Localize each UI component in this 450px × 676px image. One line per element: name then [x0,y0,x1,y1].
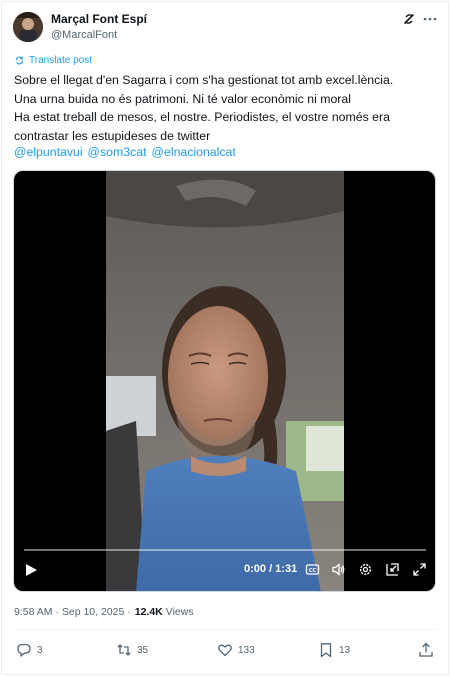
share-icon [419,642,433,657]
reply-icon [17,643,31,657]
post-text-line: Una urna buida no és patrimoni. Ni té va… [14,91,351,106]
post-timestamp[interactable]: 9:58 AM · Sep 10, 2025 · [14,606,131,618]
post-text-line: contrastar les estupideses de twitter [14,128,211,143]
author-handle[interactable]: @MarcalFont [51,29,117,41]
repost-icon [117,644,131,656]
post-text: Sobre el llegat d'en Sagarra i com s'ha … [14,71,439,145]
views-label: Views [165,606,194,618]
action-bar: 3 35 133 13 [0,642,450,662]
svg-text:CC: CC [309,568,317,574]
avatar[interactable] [13,12,43,42]
reply-count: 3 [37,644,43,656]
share-button[interactable] [418,642,434,658]
like-button[interactable]: 133 [217,642,255,658]
mentions: @elpuntavui @som3cat @elnacionalcat [14,145,236,159]
post-text-line: Ha estat treball de mesos, el nostre. Pe… [14,110,390,125]
post-meta: 9:58 AM · Sep 10, 2025 · 12.4K Views [14,606,194,618]
captions-icon[interactable]: CC [305,562,320,577]
translate-label: Translate post [29,55,92,66]
bookmark-button[interactable]: 13 [318,642,350,658]
mention-link[interactable]: @elpuntavui [14,145,83,159]
play-icon[interactable] [24,563,38,577]
mention-link[interactable]: @elnacionalcat [152,145,236,159]
reply-button[interactable]: 3 [16,642,43,658]
repost-button[interactable]: 35 [116,642,148,658]
mention-link[interactable]: @som3cat [88,145,147,159]
volume-icon[interactable] [331,562,346,577]
views-count: 12.4K [134,606,163,618]
video-time: 0:00 / 1:31 [244,563,298,575]
translate-icon [15,56,24,65]
repost-count: 35 [137,644,149,656]
divider [14,629,436,630]
video-frame[interactable] [106,171,344,591]
post-text-line: Sobre el llegat d'en Sagarra i com s'ha … [14,73,394,87]
bookmark-count: 13 [339,644,351,656]
grok-icon[interactable] [402,12,416,26]
video-player[interactable]: 0:00 / 1:31 CC [13,170,436,592]
translate-post-link[interactable]: Translate post [14,55,92,66]
like-icon [218,644,232,657]
like-count: 133 [238,644,255,656]
video-progress-bar[interactable] [24,549,426,551]
settings-icon[interactable] [358,562,373,577]
pip-icon[interactable] [385,562,400,577]
bookmark-icon [320,643,332,658]
more-icon[interactable] [422,11,438,27]
video-controls: 0:00 / 1:31 CC [14,549,435,591]
fullscreen-icon[interactable] [412,562,427,577]
author-name[interactable]: Marçal Font Espí [51,12,147,26]
